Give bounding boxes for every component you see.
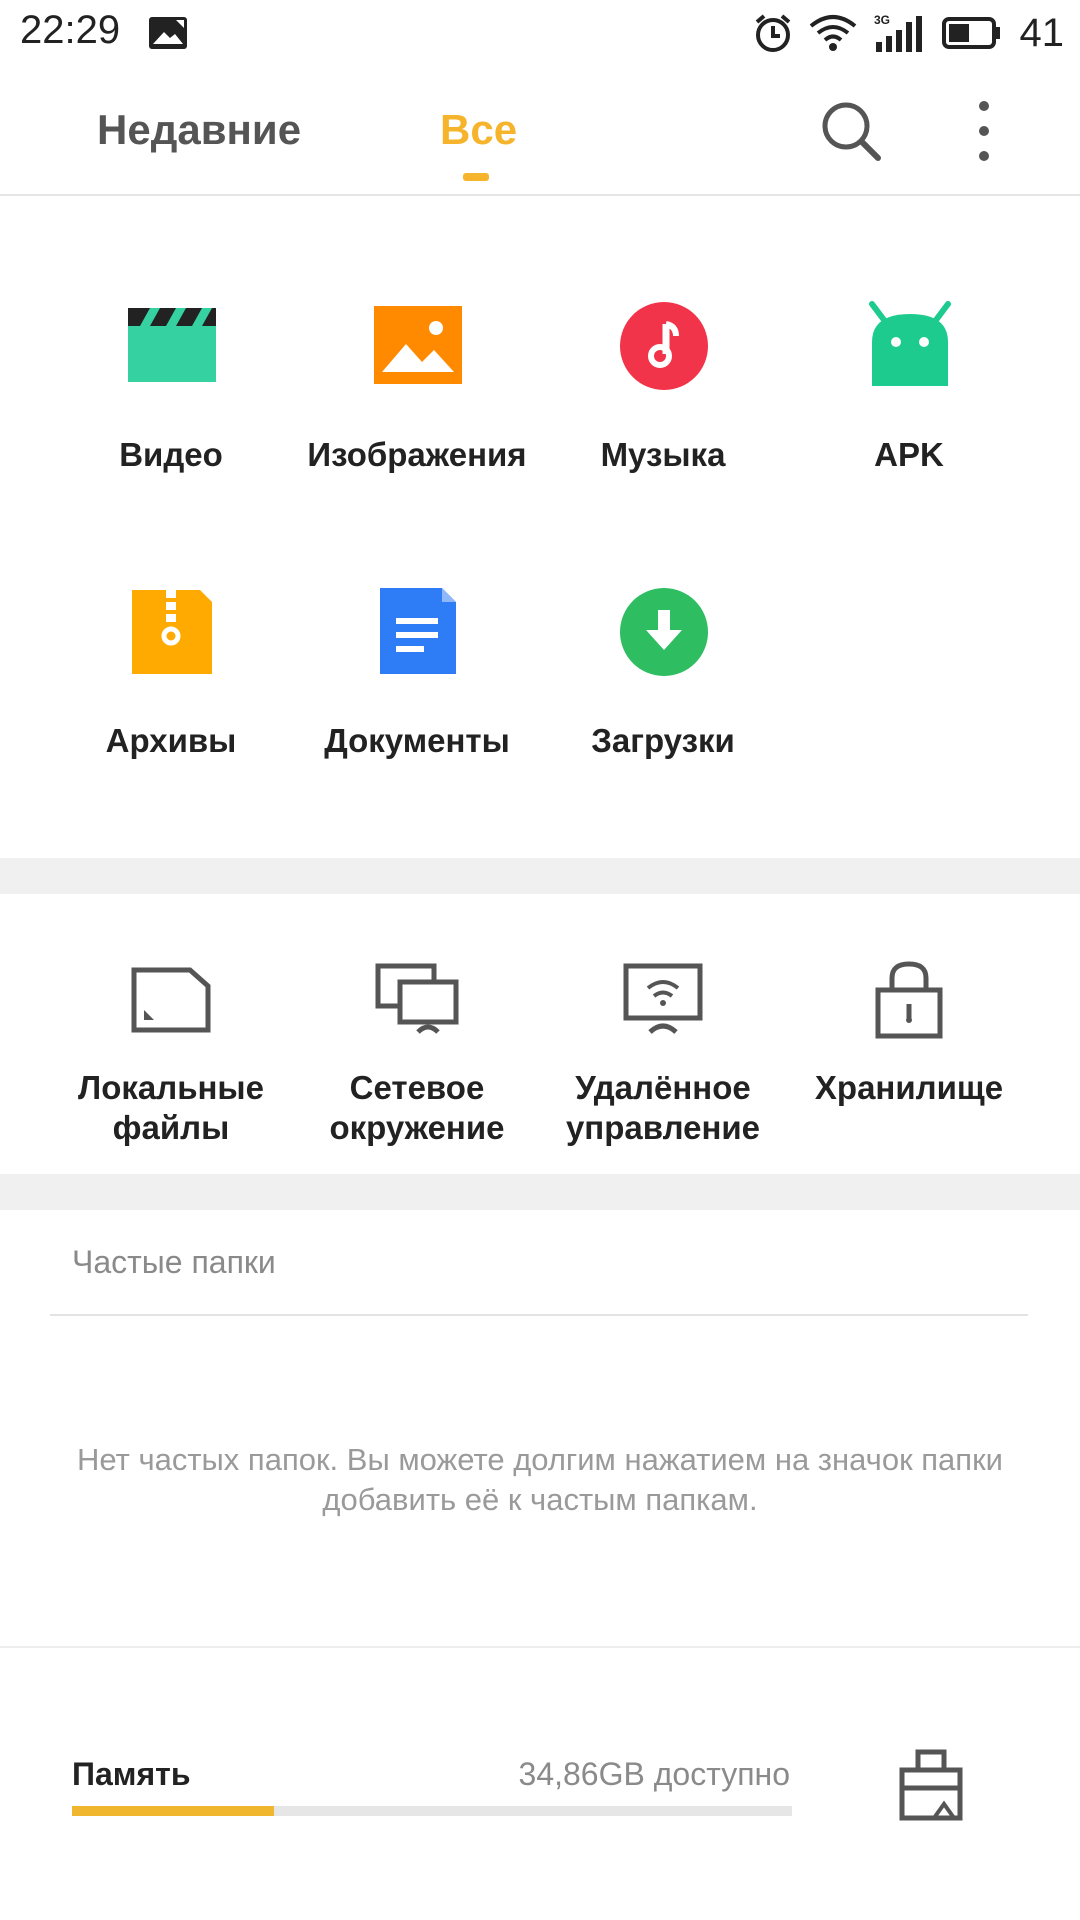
status-time: 22:29 <box>20 8 121 52</box>
section-divider <box>0 1174 1080 1210</box>
frequent-folders-title: Частые папки <box>72 1244 276 1280</box>
category-label: Загрузки <box>591 722 735 759</box>
wifi-icon <box>809 15 856 51</box>
section-divider <box>0 858 1080 894</box>
category-archives[interactable]: Архивы <box>48 586 294 786</box>
network-type-label: 3G <box>874 13 890 27</box>
top-bar: Недавние Все <box>0 66 1080 196</box>
category-downloads[interactable]: Загрузки <box>540 586 786 786</box>
network-screens-icon <box>375 963 459 1034</box>
divider <box>0 1646 1080 1648</box>
tool-remote-control[interactable]: Удалённое управление <box>540 894 786 1174</box>
category-label: Изображения <box>307 436 527 473</box>
gallery-notification-icon <box>149 17 187 49</box>
tool-network[interactable]: Сетевое окружение <box>294 894 540 1174</box>
more-options-icon[interactable] <box>962 96 1006 166</box>
category-grid: Видео Изображения Музыка APK Архивы Доку… <box>0 196 1080 856</box>
frequent-folders-empty-message: Нет частых папок. Вы можете долгим нажат… <box>77 1442 1003 1517</box>
category-apk[interactable]: APK <box>786 300 1032 500</box>
category-documents[interactable]: Документы <box>294 586 540 786</box>
archive-zip-icon <box>132 590 212 674</box>
battery-icon <box>941 17 1000 49</box>
tool-label: Локальные файлы <box>78 1069 264 1146</box>
cellular-signal-icon: 3G <box>874 13 922 52</box>
category-label: Архивы <box>105 722 237 759</box>
battery-percent: 41 <box>1019 10 1065 55</box>
tool-vault[interactable]: Хранилище <box>786 894 1032 1174</box>
category-video[interactable]: Видео <box>48 300 294 500</box>
status-bar: 22:29 3G 41 <box>0 0 1080 66</box>
tool-label: Хранилище <box>814 1069 1004 1106</box>
status-icons: 3G 41 <box>752 8 1065 58</box>
sd-card-icon <box>131 967 211 1033</box>
storage-label[interactable]: Память <box>72 1756 190 1793</box>
storage-usage-bar[interactable] <box>72 1806 792 1816</box>
divider <box>50 1314 1028 1316</box>
tab-all[interactable]: Все <box>440 106 517 154</box>
search-icon[interactable] <box>818 98 884 164</box>
alarm-icon <box>755 14 790 52</box>
category-label: Видео <box>119 436 223 473</box>
music-note-icon <box>620 302 708 390</box>
image-icon <box>374 306 462 384</box>
video-clapper-icon <box>128 308 216 382</box>
tool-label: Сетевое окружение <box>329 1069 505 1146</box>
category-label: APK <box>874 436 944 473</box>
remote-wifi-monitor-icon <box>623 963 703 1034</box>
category-images[interactable]: Изображения <box>294 300 540 500</box>
tab-recent[interactable]: Недавние <box>97 106 301 154</box>
storage-free-space: 34,86GB доступно <box>518 1756 790 1792</box>
document-icon <box>380 588 456 674</box>
category-music[interactable]: Музыка <box>540 300 786 500</box>
tools-row: Локальные файлы Сетевое окружение Удалён… <box>0 894 1080 1174</box>
category-label: Документы <box>324 722 510 759</box>
tool-local-files[interactable]: Локальные файлы <box>48 894 294 1174</box>
download-icon <box>620 588 708 676</box>
android-icon <box>869 301 951 386</box>
active-tab-indicator <box>463 173 489 181</box>
storage-usage-fill <box>72 1806 274 1816</box>
category-label: Музыка <box>600 436 726 473</box>
broom-clean-icon[interactable] <box>896 1748 966 1822</box>
lock-icon <box>875 961 943 1039</box>
tool-label: Удалённое управление <box>565 1069 761 1146</box>
